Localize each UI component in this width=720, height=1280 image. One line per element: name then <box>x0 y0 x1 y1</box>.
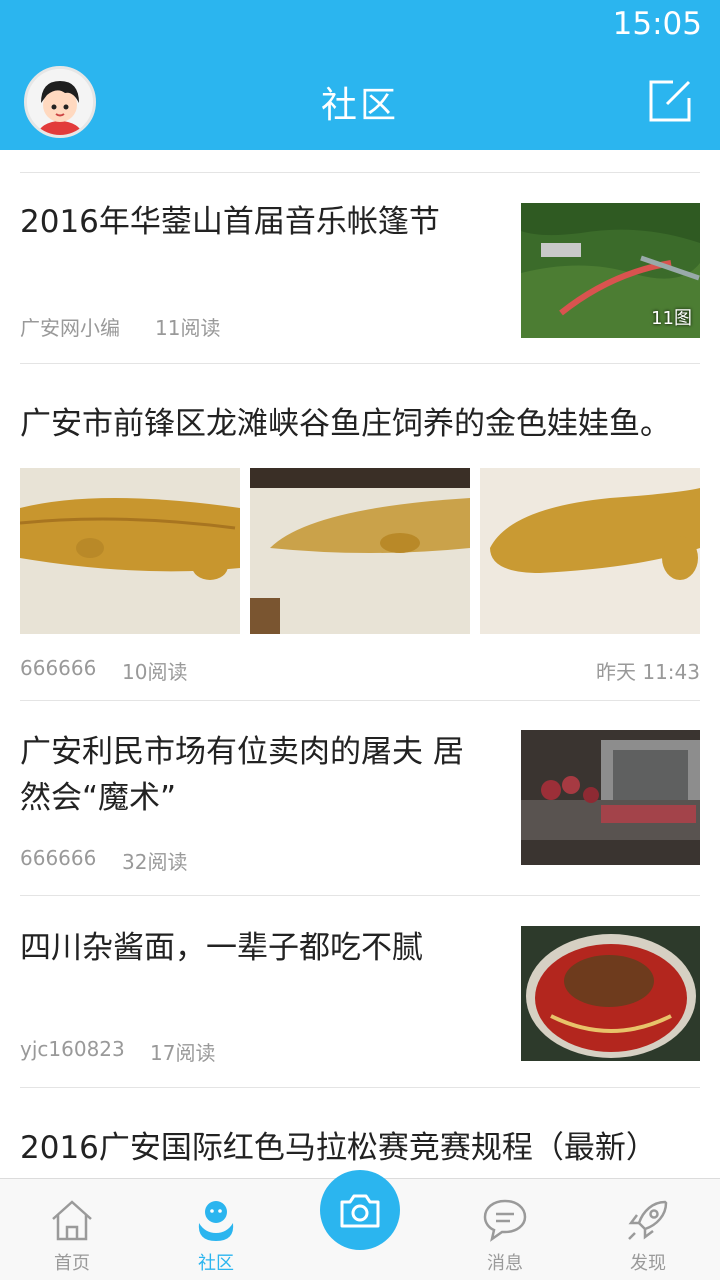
app-header: 15:05 社区 <box>0 0 720 150</box>
post-title[interactable]: 四川杂酱面，一辈子都吃不腻 <box>20 924 500 972</box>
post-read-count: 32阅读 <box>122 850 188 874</box>
post-image[interactable] <box>480 468 700 634</box>
salamander-photo-icon <box>250 468 470 634</box>
tab-community-label: 社区 <box>198 1253 234 1274</box>
meat-photo-icon <box>521 730 700 865</box>
community-icon <box>198 1201 234 1241</box>
salamander-photo-icon <box>480 468 700 634</box>
camera-icon <box>340 1194 380 1228</box>
post-read-count: 10阅读 <box>122 660 188 684</box>
post-title[interactable]: 2016年华蓥山首届音乐帐篷节 <box>20 198 500 246</box>
home-icon <box>52 1200 92 1241</box>
post-image[interactable] <box>250 468 470 634</box>
divider <box>20 363 700 364</box>
image-count-badge: 11图 <box>651 308 692 329</box>
tab-discover[interactable]: 发现 <box>593 1179 703 1280</box>
divider <box>20 172 700 173</box>
divider <box>20 700 700 701</box>
salamander-photo-icon <box>20 468 240 634</box>
compose-icon <box>649 80 691 122</box>
tab-home[interactable]: 首页 <box>17 1179 127 1280</box>
tab-messages[interactable]: 消息 <box>450 1179 560 1280</box>
compose-button[interactable] <box>647 78 693 124</box>
post-feed[interactable]: 2016年华蓥山首届音乐帐篷节 广安网小编 11阅读 11图 广安市前锋区龙滩峡… <box>0 150 720 1178</box>
post-read-count: 17阅读 <box>150 1041 216 1065</box>
tab-community[interactable]: 社区 <box>161 1179 271 1280</box>
tab-home-label: 首页 <box>54 1253 90 1274</box>
post-title[interactable]: 2016广安国际红色马拉松赛竞赛规程（最新） <box>20 1124 700 1172</box>
post-thumbnail[interactable] <box>521 926 700 1061</box>
noodle-photo-icon <box>521 926 700 1061</box>
divider <box>20 1087 700 1088</box>
divider <box>20 895 700 896</box>
post-thumbnail[interactable]: 11图 <box>521 203 700 338</box>
status-time: 15:05 <box>612 6 702 42</box>
page-title: 社区 <box>320 85 399 126</box>
post-author: yjc160823 <box>20 1037 125 1061</box>
post-author: 666666 <box>20 656 97 680</box>
post-thumbnail[interactable] <box>521 730 700 865</box>
rocket-icon <box>628 1200 668 1240</box>
post-title[interactable]: 广安市前锋区龙滩峡谷鱼庄饲养的金色娃娃鱼。 <box>20 400 700 448</box>
post-author: 广安网小编 <box>20 316 120 340</box>
post-title-continued[interactable]: 然会“魔术” <box>20 774 500 822</box>
message-icon <box>483 1199 527 1242</box>
post-time: 昨天 11:43 <box>596 660 700 684</box>
tab-messages-label: 消息 <box>487 1253 523 1274</box>
post-image[interactable] <box>20 468 240 634</box>
tab-discover-label: 发现 <box>630 1253 666 1274</box>
post-read-count: 11阅读 <box>155 316 221 340</box>
post-title[interactable]: 广安利民市场有位卖肉的屠夫 居 <box>20 728 500 776</box>
post-author: 666666 <box>20 846 97 870</box>
camera-button[interactable] <box>320 1170 400 1250</box>
